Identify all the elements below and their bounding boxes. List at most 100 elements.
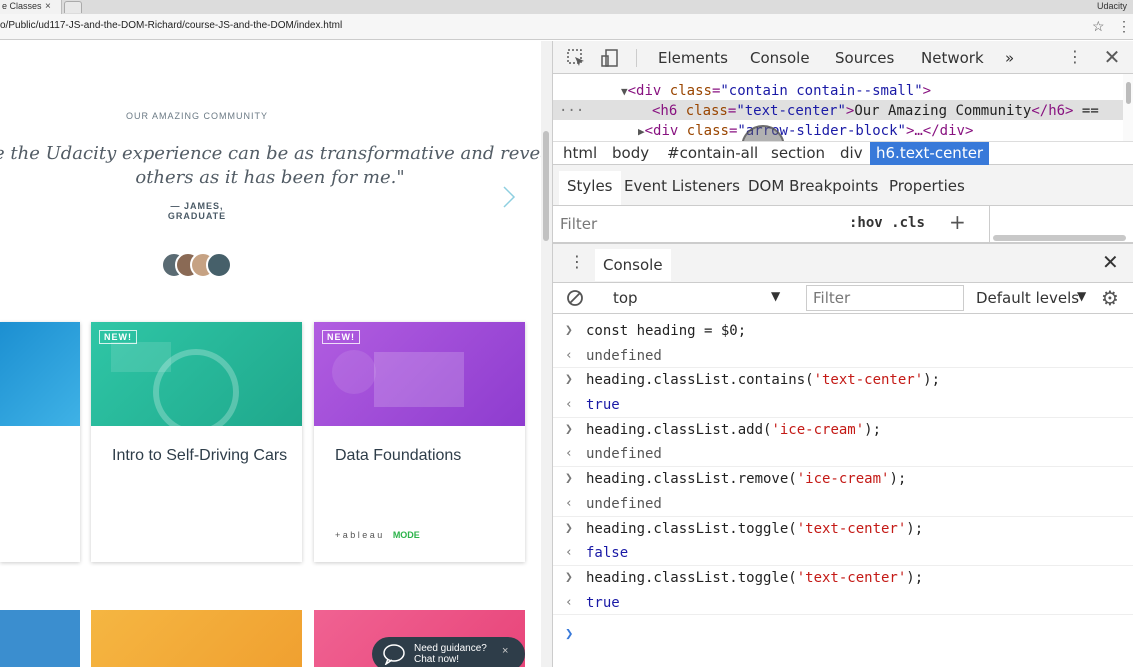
dom-line-partial: <section class="testimonials"> bbox=[623, 74, 840, 80]
input-prompt-icon: ❯ bbox=[565, 372, 573, 388]
context-selector[interactable]: top bbox=[613, 289, 638, 307]
tab-event-listeners[interactable]: Event Listeners bbox=[624, 177, 740, 195]
dom-tag-end: >…</div> bbox=[905, 123, 974, 139]
console-result: true bbox=[586, 594, 620, 611]
mode-logo: MODE bbox=[392, 530, 420, 540]
console-result-line: ‹ undefined bbox=[553, 442, 1133, 468]
tab-console[interactable]: Console bbox=[750, 49, 810, 67]
console-result: undefined bbox=[586, 446, 662, 463]
dom-node-h6[interactable]: <h6 class="text-center">Our Amazing Comm… bbox=[652, 101, 1099, 121]
dom-tree: <section class="testimonials"> ▼<div cla… bbox=[553, 74, 1133, 141]
breadcrumb-section[interactable]: section bbox=[765, 142, 831, 165]
dom-attr-name: class bbox=[669, 83, 712, 99]
levels-dropdown-icon[interactable]: ▼ bbox=[1077, 289, 1086, 303]
tableau-logo: + a b l e a u bbox=[335, 530, 383, 540]
partner-logos: + a b l e a u MODE bbox=[335, 530, 420, 540]
course-card[interactable]: NEW! Data Foundations + a b l e a u MODE bbox=[314, 322, 525, 562]
dom-attr-value: "text-center" bbox=[736, 103, 846, 119]
url-text[interactable]: o/Public/ud117-JS-and-the-DOM-Richard/co… bbox=[0, 20, 342, 31]
dom-tag-end: > bbox=[922, 83, 932, 99]
dom-row-menu-icon[interactable]: ··· bbox=[559, 101, 584, 121]
chat-close-icon[interactable]: × bbox=[502, 645, 508, 657]
chat-widget[interactable]: Need guidance? Chat now! × bbox=[372, 637, 525, 667]
new-badge: NEW! bbox=[322, 330, 360, 344]
tab-styles[interactable]: Styles bbox=[559, 171, 621, 205]
horizontal-scrollbar[interactable] bbox=[993, 235, 1126, 241]
screen: e Classes × Udacity o/Public/ud117-JS-an… bbox=[0, 0, 1133, 667]
quote-line-1: e the Udacity experience can be as trans… bbox=[0, 143, 552, 164]
more-tabs-icon[interactable]: » bbox=[1005, 49, 1014, 67]
address-bar[interactable]: o/Public/ud117-JS-and-the-DOM-Richard/co… bbox=[0, 14, 1133, 40]
devtools-menu-icon[interactable]: ⋮ bbox=[1065, 47, 1085, 67]
browser-tab-title: e Classes bbox=[2, 1, 42, 11]
console-input-line[interactable]: ❯ heading.classList.contains('text-center… bbox=[553, 368, 1133, 393]
devtools-toolbar: Elements Console Sources Network » ⋮ ✕ bbox=[553, 41, 1133, 74]
breadcrumb-contain-all[interactable]: #contain-all bbox=[661, 142, 764, 165]
dom-attr-value: "contain contain--small" bbox=[720, 83, 923, 99]
tab-network[interactable]: Network bbox=[921, 49, 984, 67]
course-card-title[interactable]: Data Foundations bbox=[335, 444, 515, 468]
course-card-partial[interactable] bbox=[0, 610, 80, 667]
console-input-line[interactable]: ❯ heading.classList.toggle('text-center')… bbox=[553, 517, 1133, 542]
new-style-rule-icon[interactable]: + bbox=[949, 210, 966, 234]
input-prompt-icon: ❯ bbox=[565, 520, 573, 536]
course-card-partial[interactable] bbox=[0, 322, 80, 562]
clear-console-icon[interactable] bbox=[566, 289, 584, 307]
console-result: true bbox=[586, 397, 620, 414]
chat-text: Need guidance? Chat now! bbox=[414, 643, 487, 665]
course-card-title[interactable]: Intro to Self-Driving Cars bbox=[112, 444, 292, 468]
breadcrumb-body[interactable]: body bbox=[606, 142, 655, 165]
drawer-menu-icon[interactable]: ⋮ bbox=[569, 252, 585, 271]
page-scrollbar[interactable] bbox=[541, 41, 552, 667]
breadcrumb-h6[interactable]: h6.text-center bbox=[870, 142, 990, 165]
hov-toggle[interactable]: :hov .cls bbox=[849, 215, 925, 231]
context-dropdown-icon[interactable]: ▼ bbox=[771, 289, 780, 303]
log-levels-dropdown[interactable]: Default levels bbox=[976, 289, 1079, 307]
input-prompt-icon: ❯ bbox=[565, 323, 573, 338]
console-prompt-input[interactable]: ❯ bbox=[565, 626, 573, 642]
avatar bbox=[206, 252, 232, 278]
community-avatars bbox=[161, 252, 241, 280]
profile-label[interactable]: Udacity bbox=[1097, 0, 1127, 12]
browser-menu-icon[interactable]: ⋮ bbox=[1117, 18, 1131, 35]
console-settings-gear-icon[interactable]: ⚙ bbox=[1101, 286, 1119, 310]
console-input-line[interactable]: ❯ heading.classList.toggle('text-center')… bbox=[553, 566, 1133, 591]
drawer-tab-console[interactable]: Console bbox=[595, 249, 671, 281]
tab-sources[interactable]: Sources bbox=[835, 49, 894, 67]
styles-filter-input[interactable]: Filter bbox=[560, 215, 597, 233]
tab-properties[interactable]: Properties bbox=[889, 177, 965, 195]
dom-tag: <h6 bbox=[652, 103, 686, 119]
browser-tab[interactable]: e Classes × bbox=[0, 0, 62, 14]
browser-tab-bar: e Classes × Udacity bbox=[0, 0, 1133, 14]
result-arrow-icon: ‹ bbox=[565, 446, 573, 462]
result-arrow-icon: ‹ bbox=[565, 545, 573, 561]
dom-node-div[interactable]: ▼<div class="contain contain--small"> bbox=[621, 81, 931, 102]
dom-tag: <div bbox=[644, 123, 687, 139]
console-input-line[interactable]: ❯ const heading = $0; bbox=[553, 319, 1133, 344]
tab-close-icon[interactable]: × bbox=[45, 0, 51, 13]
dom-scrollbar[interactable] bbox=[1123, 74, 1133, 141]
slider-next-arrow-icon[interactable] bbox=[502, 185, 516, 209]
bookmark-star-icon[interactable]: ☆ bbox=[1092, 18, 1105, 35]
course-card[interactable] bbox=[91, 610, 302, 667]
tab-dom-breakpoints[interactable]: DOM Breakpoints bbox=[748, 177, 878, 195]
console-filter-input[interactable]: Filter bbox=[806, 285, 964, 311]
tab-elements[interactable]: Elements bbox=[658, 49, 728, 67]
console-input-line[interactable]: ❯ heading.classList.remove('ice-cream'); bbox=[553, 467, 1133, 492]
breadcrumb-div[interactable]: div bbox=[834, 142, 869, 165]
devtools-close-icon[interactable]: ✕ bbox=[1102, 45, 1122, 69]
course-card-image bbox=[0, 322, 80, 426]
new-tab-button[interactable] bbox=[64, 1, 82, 13]
device-toolbar-icon[interactable] bbox=[600, 48, 620, 68]
course-card[interactable]: NEW! Intro to Self-Driving Cars bbox=[91, 322, 302, 562]
inspect-element-icon[interactable] bbox=[566, 48, 586, 68]
scroll-thumb[interactable] bbox=[543, 131, 549, 241]
pane-divider[interactable] bbox=[989, 206, 990, 243]
console-code: heading.classList.toggle('text-center'); bbox=[586, 569, 924, 586]
console-input-line[interactable]: ❯ heading.classList.add('ice-cream'); bbox=[553, 418, 1133, 443]
quote-attribution: — JAMES, GRADUATE bbox=[167, 201, 227, 221]
drawer-close-icon[interactable]: ✕ bbox=[1102, 250, 1119, 274]
breadcrumb-html[interactable]: html bbox=[557, 142, 603, 165]
dom-node-div[interactable]: ▶<div class="arrow-slider-block">…</div> bbox=[638, 121, 973, 141]
dom-close-tag: </h6> bbox=[1031, 103, 1074, 119]
